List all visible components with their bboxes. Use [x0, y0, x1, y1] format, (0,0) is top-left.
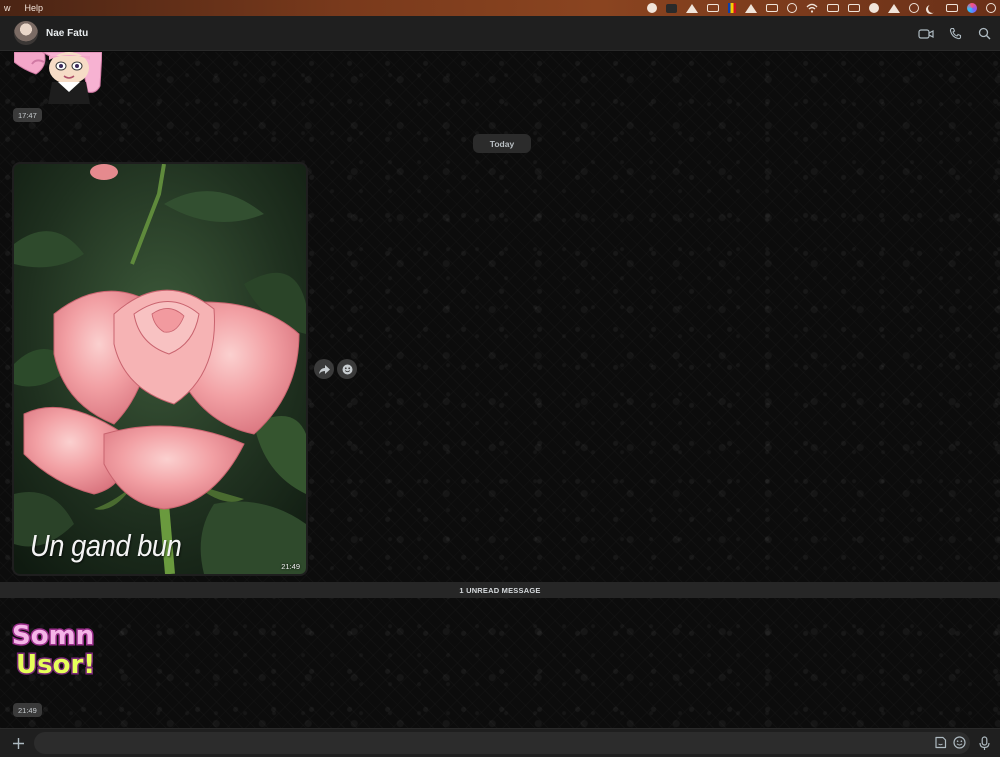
input-icons [934, 736, 966, 754]
image-message[interactable]: Un gand bun 21:49 [12, 162, 308, 576]
header-actions [918, 16, 992, 51]
mute-icon[interactable] [888, 3, 900, 13]
attach-plus-icon[interactable] [10, 735, 26, 751]
user-icon[interactable] [909, 3, 919, 13]
wifi-icon[interactable] [806, 3, 818, 13]
message-time: 17:47 [13, 108, 42, 122]
message-composer [0, 728, 1000, 757]
flag-icon[interactable] [728, 3, 736, 13]
chat-header: Nae Fatu [0, 16, 1000, 51]
weather-icon[interactable] [869, 3, 879, 13]
battery-extension-icon[interactable] [707, 4, 719, 12]
location-off-icon[interactable] [745, 3, 757, 13]
emoji-icon[interactable] [953, 736, 966, 754]
video-call-icon[interactable] [918, 26, 934, 42]
microphone-icon[interactable] [976, 735, 992, 751]
siri-icon[interactable] [967, 3, 977, 13]
avatar[interactable] [14, 21, 38, 45]
menu-help[interactable]: Help [25, 3, 44, 13]
voice-call-icon[interactable] [947, 26, 963, 42]
control-center-icon[interactable] [946, 4, 958, 12]
forward-icon[interactable] [314, 359, 334, 379]
unread-messages-banner: 1 UNREAD MESSAGE [0, 582, 1000, 598]
react-emoji-icon[interactable] [337, 359, 357, 379]
menu-window-partial[interactable]: w [4, 3, 11, 13]
rose-image[interactable] [14, 164, 306, 574]
cartoon-girl-sticker[interactable] [14, 52, 102, 104]
message-hover-actions [314, 359, 357, 379]
somn-usor-sticker[interactable]: Somn Usor! [11, 620, 106, 686]
battery-icon[interactable] [766, 4, 778, 12]
keyboard-icon[interactable] [848, 4, 860, 12]
status-icons [647, 0, 996, 16]
clock-icon[interactable] [787, 3, 797, 13]
sticker-line-2: Usor! [15, 649, 97, 681]
layers-icon[interactable] [686, 3, 698, 13]
message-time: 21:49 [281, 562, 300, 571]
sticker-line-1: Somn [11, 620, 96, 652]
menu-bar: w Help [0, 0, 1000, 16]
chat-area[interactable]: 17:47 Today Un gand bun 21:49 1 UNREAD M… [0, 52, 1000, 728]
app-icon[interactable] [666, 3, 677, 13]
message-time: 21:49 [13, 703, 42, 717]
date-separator: Today [473, 134, 531, 153]
search-icon[interactable] [976, 26, 992, 42]
image-caption: Un gand bun [30, 528, 182, 563]
telegram-icon[interactable] [647, 3, 657, 13]
sticker-icon[interactable] [934, 736, 947, 754]
contact-name[interactable]: Nae Fatu [46, 28, 88, 39]
message-input[interactable] [34, 732, 970, 754]
info-icon[interactable] [986, 3, 996, 13]
display-icon[interactable] [827, 4, 839, 12]
moon-icon[interactable] [928, 4, 937, 13]
